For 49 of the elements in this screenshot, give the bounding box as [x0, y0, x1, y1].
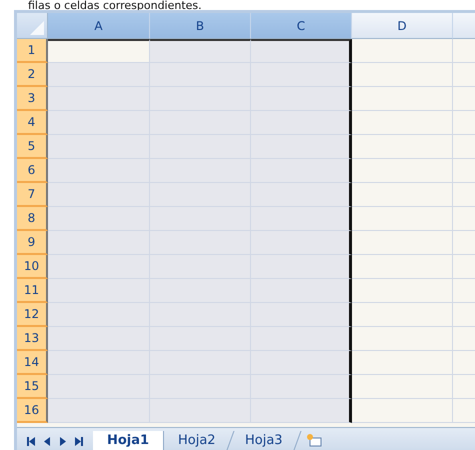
- last-sheet-icon[interactable]: [75, 437, 83, 446]
- row-header[interactable]: 2: [17, 63, 48, 87]
- insert-sheet-icon[interactable]: [305, 433, 324, 447]
- row-header[interactable]: 4: [17, 111, 48, 135]
- row-header[interactable]: 10: [17, 255, 48, 279]
- column-header[interactable]: B: [150, 13, 251, 39]
- table-cell[interactable]: [48, 39, 150, 63]
- table-cell[interactable]: [150, 39, 251, 63]
- sheet-tab[interactable]: Hoja3: [227, 431, 301, 450]
- row-header[interactable]: 5: [17, 135, 48, 159]
- row-header[interactable]: 8: [17, 207, 48, 231]
- table-cell[interactable]: [251, 111, 352, 135]
- row-header[interactable]: 9: [17, 231, 48, 255]
- sheet-tab[interactable]: Hoja1: [93, 431, 164, 450]
- table-cell[interactable]: [251, 399, 352, 423]
- table-cell[interactable]: [251, 303, 352, 327]
- table-cell[interactable]: [251, 39, 352, 63]
- table-cell[interactable]: [251, 351, 352, 375]
- column-header[interactable]: D: [352, 13, 453, 39]
- table-cell[interactable]: [251, 255, 352, 279]
- select-all-button[interactable]: [17, 13, 48, 39]
- column-header[interactable]: A: [48, 13, 150, 39]
- first-sheet-icon[interactable]: [27, 437, 35, 446]
- row-header[interactable]: 11: [17, 279, 48, 303]
- column-header[interactable]: C: [251, 13, 352, 39]
- previous-sheet-icon[interactable]: [43, 437, 51, 446]
- row-header[interactable]: 16: [17, 399, 48, 423]
- table-cell[interactable]: [251, 159, 352, 183]
- table-cell[interactable]: [251, 183, 352, 207]
- table-cell[interactable]: [251, 207, 352, 231]
- row-header[interactable]: 3: [17, 87, 48, 111]
- table-cell[interactable]: [251, 87, 352, 111]
- sheet-tab[interactable]: Hoja2: [160, 431, 234, 450]
- caption-text: filas o celdas correspondientes.: [27, 0, 203, 11]
- table-cell[interactable]: [251, 135, 352, 159]
- row-header[interactable]: 13: [17, 327, 48, 351]
- row-header[interactable]: 7: [17, 183, 48, 207]
- row-header[interactable]: 14: [17, 351, 48, 375]
- table-cell[interactable]: [251, 231, 352, 255]
- table-cell[interactable]: [251, 279, 352, 303]
- row-header[interactable]: 15: [17, 375, 48, 399]
- table-cell[interactable]: [251, 375, 352, 399]
- row-header[interactable]: 1: [17, 39, 48, 63]
- table-cell[interactable]: [251, 327, 352, 351]
- table-cell[interactable]: [251, 63, 352, 87]
- triangle-icon: [30, 21, 44, 35]
- next-sheet-icon[interactable]: [59, 437, 67, 446]
- row-header[interactable]: 12: [17, 303, 48, 327]
- row-header[interactable]: 6: [17, 159, 48, 183]
